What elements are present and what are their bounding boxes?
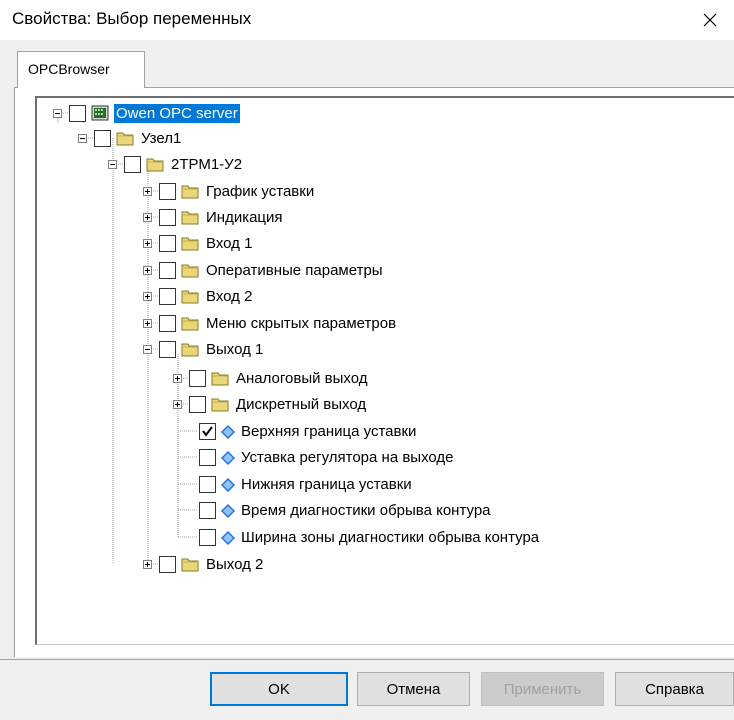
tree-node-label: Ширина зоны диагностики обрыва контура [241, 529, 540, 546]
variable-tree[interactable]: Owen OPC server Узел1 2ТРМ1-У2 График устав… [35, 96, 734, 645]
node-checkbox[interactable] [199, 423, 216, 440]
server-icon [91, 105, 109, 125]
tree-node-label: Верхняя граница уставки [241, 423, 417, 440]
folder-icon [181, 209, 199, 229]
node-checkbox[interactable] [189, 396, 206, 413]
tree-node-label: Уставка регулятора на выходе [241, 449, 454, 466]
expand-toggle-icon[interactable] [143, 319, 152, 328]
collapse-toggle-icon[interactable] [53, 109, 62, 118]
tag-icon [221, 531, 235, 549]
help-button[interactable]: Справка [615, 672, 734, 706]
folder-icon [146, 156, 164, 176]
folder-icon [181, 341, 199, 361]
expand-toggle-icon[interactable] [143, 266, 152, 275]
node-checkbox[interactable] [159, 235, 176, 252]
ok-button[interactable]: OK [210, 672, 348, 706]
tree-node-label: Индикация [206, 209, 283, 226]
apply-button: Применить [481, 672, 604, 706]
expand-toggle-icon[interactable] [143, 213, 152, 222]
node-checkbox[interactable] [199, 502, 216, 519]
tree-node-label: Дискретный выход [236, 396, 367, 413]
tree-node-label: Вход 2 [206, 288, 253, 305]
node-checkbox[interactable] [199, 449, 216, 466]
folder-icon [211, 396, 229, 416]
folder-icon [181, 288, 199, 308]
tree-node-label: Выход 2 [206, 556, 264, 573]
button-bar-divider [0, 659, 734, 660]
folder-icon [116, 130, 134, 150]
tag-icon [221, 504, 235, 522]
tree-node-label: График уставки [206, 183, 315, 200]
node-checkbox[interactable] [189, 370, 206, 387]
tree-node-label: Узел1 [141, 130, 182, 147]
tree-node-label: Нижняя граница уставки [241, 476, 412, 493]
close-icon [703, 13, 717, 27]
node-checkbox[interactable] [199, 476, 216, 493]
expand-toggle-icon[interactable] [143, 560, 152, 569]
tree-node-label: Аналоговый выход [236, 370, 368, 387]
tab-opcbrowser[interactable]: OPCBrowser [17, 51, 145, 88]
properties-dialog: Свойства: Выбор переменных OPCBrowser Ow… [0, 0, 734, 720]
tree-connector-lines [57, 112, 197, 565]
node-checkbox[interactable] [159, 556, 176, 573]
expand-toggle-icon[interactable] [173, 374, 182, 383]
tree-node-label: Оперативные параметры [206, 262, 383, 279]
node-checkbox[interactable] [69, 105, 86, 122]
cancel-button[interactable]: Отмена [357, 672, 470, 706]
tag-icon [221, 425, 235, 443]
folder-icon [181, 556, 199, 576]
title-bar: Свойства: Выбор переменных [0, 0, 734, 40]
folder-icon [181, 183, 199, 203]
tree-node-label: Вход 1 [206, 235, 253, 252]
collapse-toggle-icon[interactable] [108, 160, 117, 169]
node-checkbox[interactable] [199, 529, 216, 546]
close-button[interactable] [686, 0, 734, 40]
collapse-toggle-icon[interactable] [78, 134, 87, 143]
collapse-toggle-icon[interactable] [143, 345, 152, 354]
node-checkbox[interactable] [94, 130, 111, 147]
folder-icon [181, 262, 199, 282]
tree-node-label: Owen OPC server [114, 104, 240, 123]
tree-node-label: Время диагностики обрыва контура [241, 502, 491, 519]
expand-toggle-icon[interactable] [173, 400, 182, 409]
node-checkbox[interactable] [159, 288, 176, 305]
tag-icon [221, 451, 235, 469]
node-checkbox[interactable] [159, 262, 176, 279]
tab-label: OPCBrowser [28, 61, 110, 77]
tree-node-label: 2ТРМ1-У2 [171, 156, 243, 173]
tree-node-label: Выход 1 [206, 341, 264, 358]
folder-icon [181, 315, 199, 335]
node-checkbox[interactable] [124, 156, 141, 173]
tag-icon [221, 478, 235, 496]
node-checkbox[interactable] [159, 183, 176, 200]
expand-toggle-icon[interactable] [143, 187, 152, 196]
expand-toggle-icon[interactable] [143, 292, 152, 301]
folder-icon [211, 370, 229, 390]
node-checkbox[interactable] [159, 341, 176, 358]
node-checkbox[interactable] [159, 315, 176, 332]
window-title: Свойства: Выбор переменных [12, 9, 252, 28]
expand-toggle-icon[interactable] [143, 239, 152, 248]
folder-icon [181, 235, 199, 255]
tree-node-label: Меню скрытых параметров [206, 315, 397, 332]
node-checkbox[interactable] [159, 209, 176, 226]
